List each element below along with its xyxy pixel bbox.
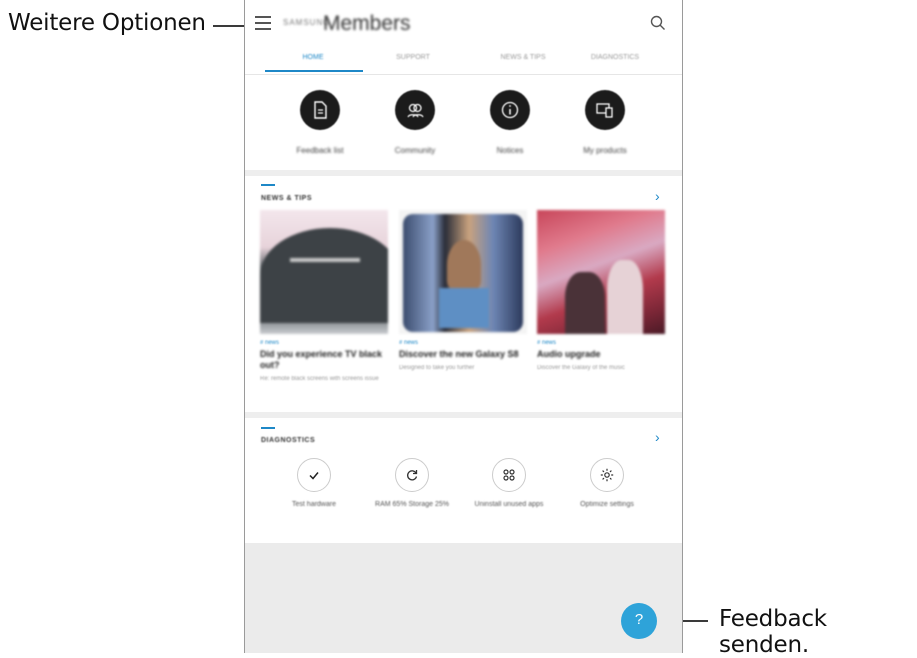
- devices-icon: [585, 90, 625, 130]
- news-card-tag: # news: [399, 340, 419, 346]
- quick-action-notices[interactable]: Notices: [470, 90, 550, 155]
- news-card[interactable]: # news Did you experience TV black out? …: [260, 210, 388, 383]
- apps-icon: [492, 458, 526, 492]
- people-icon: [395, 90, 435, 130]
- quick-action-label: Community: [394, 146, 436, 155]
- diagnostic-label: Test hardware: [292, 501, 336, 508]
- tab-home[interactable]: HOME: [263, 54, 363, 61]
- search-icon[interactable]: [649, 14, 667, 32]
- info-icon: [490, 90, 530, 130]
- news-card-tag: # news: [260, 340, 280, 346]
- news-section-accent: [261, 184, 275, 186]
- news-card[interactable]: # news Discover the new Galaxy S8 Design…: [399, 210, 527, 372]
- app-screen: SAMSUNG Members HOME SUPPORT NEWS & TIPS…: [244, 0, 683, 653]
- diagnostics-section-title: DIAGNOSTICS: [261, 437, 316, 444]
- diagnostic-memory-storage[interactable]: RAM 65% Storage 25%: [367, 458, 457, 510]
- quick-action-feedback-list[interactable]: Feedback list: [280, 90, 360, 155]
- help-icon: ?: [634, 611, 644, 628]
- quick-action-community[interactable]: Community: [375, 90, 455, 155]
- diagnostics-section-accent: [261, 427, 275, 429]
- diagnostic-label: RAM 65% Storage 25%: [375, 501, 449, 508]
- menu-icon[interactable]: [255, 16, 271, 30]
- diagnostic-uninstall-apps[interactable]: Uninstall unused apps: [464, 458, 554, 510]
- news-card-title: Did you experience TV black out?: [260, 349, 383, 370]
- news-card-title: Audio upgrade: [537, 349, 601, 359]
- diagnostic-label: Optimize settings: [580, 501, 634, 508]
- quick-action-my-products[interactable]: My products: [565, 90, 645, 155]
- refresh-icon: [395, 458, 429, 492]
- quick-action-label: My products: [583, 146, 627, 155]
- section-divider: [245, 412, 682, 418]
- news-section-title: NEWS & TIPS: [261, 195, 313, 202]
- gear-icon: [590, 458, 624, 492]
- diagnostics-chevron-right-icon[interactable]: ›: [655, 429, 660, 445]
- check-icon: [297, 458, 331, 492]
- callout-weitere-optionen: Weitere Optionen: [8, 10, 206, 36]
- quick-action-label: Notices: [496, 146, 524, 155]
- news-card-subtitle: Re: remote black screens with screens is…: [260, 376, 379, 382]
- tab-bar: HOME SUPPORT NEWS & TIPS DIAGNOSTICS: [245, 52, 682, 75]
- tab-indicator: [265, 70, 363, 72]
- news-card-title: Discover the new Galaxy S8: [399, 349, 519, 359]
- news-card-image: [399, 210, 527, 334]
- tab-diagnostics[interactable]: DIAGNOSTICS: [565, 54, 665, 61]
- document-icon: [300, 90, 340, 130]
- news-card-tag: # news: [537, 340, 557, 346]
- news-card[interactable]: # news Audio upgrade Discover the Galaxy…: [537, 210, 665, 372]
- diagnostic-optimize-settings[interactable]: Optimize settings: [562, 458, 652, 510]
- tab-news-tips[interactable]: NEWS & TIPS: [473, 54, 573, 61]
- section-divider: [245, 170, 682, 176]
- quick-action-label: Feedback list: [296, 146, 344, 155]
- empty-content-area: [245, 543, 682, 653]
- news-card-image: [537, 210, 665, 334]
- tab-support[interactable]: SUPPORT: [363, 54, 463, 61]
- news-chevron-right-icon[interactable]: ›: [655, 188, 660, 204]
- news-card-subtitle: Designed to take you further: [399, 365, 475, 371]
- diagnostic-label: Uninstall unused apps: [474, 501, 544, 508]
- app-title: Members: [323, 12, 411, 35]
- diagnostic-test-hardware[interactable]: Test hardware: [269, 458, 359, 510]
- quick-actions: Feedback list Community Notices My produ…: [245, 90, 682, 170]
- feedback-fab-button[interactable]: ?: [621, 603, 657, 639]
- callout-feedback-senden: Feedback senden.: [719, 606, 827, 658]
- app-bar: SAMSUNG Members: [245, 0, 682, 52]
- news-card-subtitle: Discover the Galaxy of the music: [537, 365, 625, 371]
- news-card-image: [260, 210, 388, 334]
